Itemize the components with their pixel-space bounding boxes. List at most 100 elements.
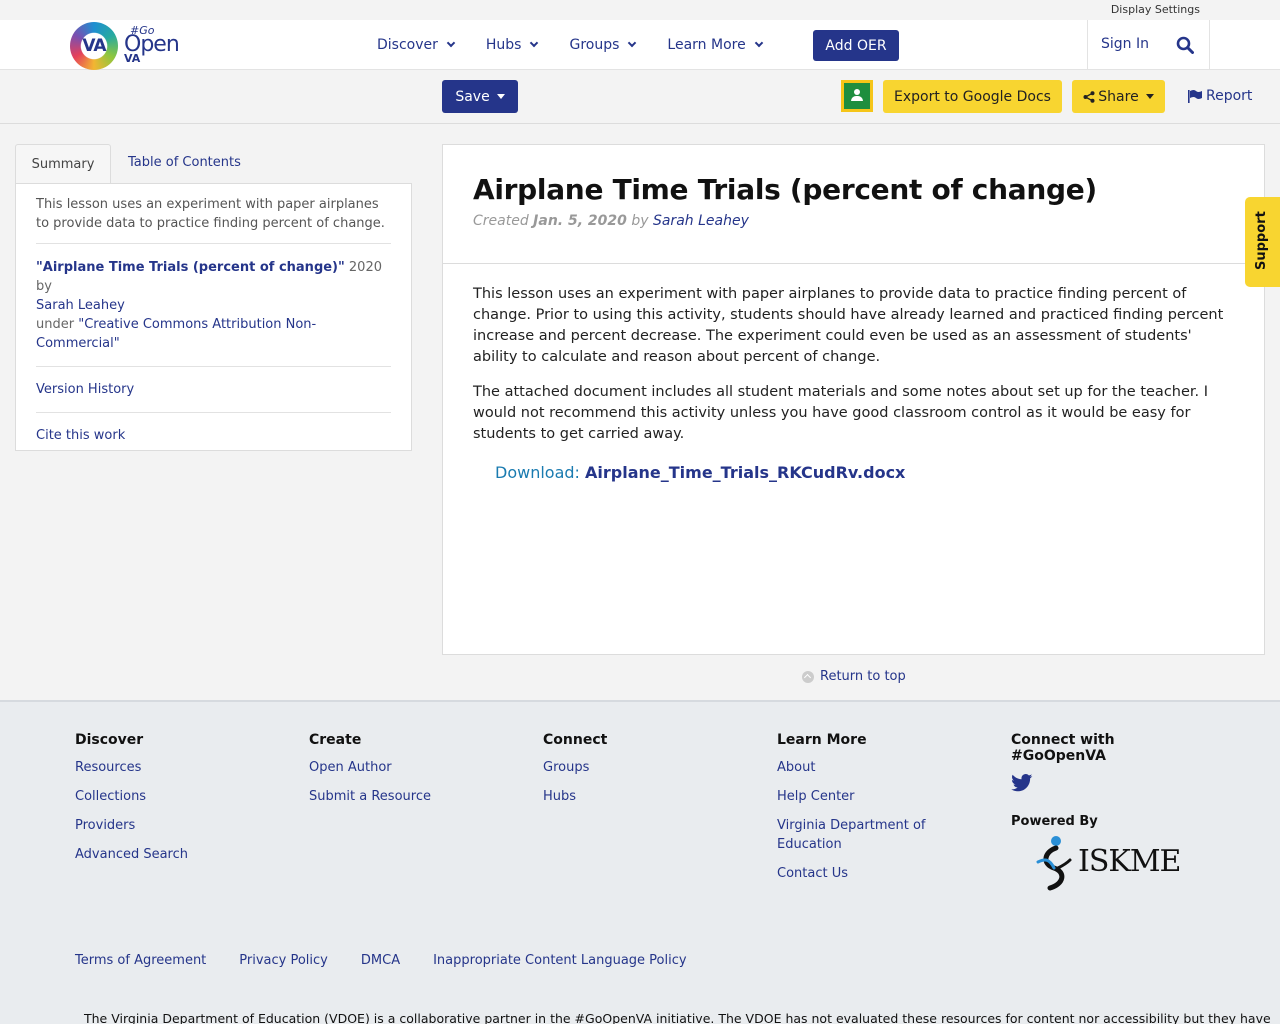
nav-discover-label: Discover: [377, 37, 438, 53]
footer-link-groups[interactable]: Groups: [543, 758, 607, 777]
body-paragraph: The attached document includes all stude…: [473, 384, 1209, 442]
cite-work-link[interactable]: Cite this work: [36, 413, 391, 459]
credit-license-link[interactable]: "Creative Commons Attribution Non-Commer…: [36, 317, 316, 351]
arrow-up-circle-icon: [802, 670, 814, 683]
chevron-down-icon: [754, 38, 763, 48]
privacy-link[interactable]: Privacy Policy: [239, 953, 328, 968]
credit-title-link[interactable]: "Airplane Time Trials (percent of change…: [36, 260, 345, 275]
resource-header: Airplane Time Trials (percent of change)…: [443, 145, 1264, 264]
content-policy-link[interactable]: Inappropriate Content Language Policy: [433, 953, 686, 968]
footer-link-collections[interactable]: Collections: [75, 787, 188, 806]
account-area: Sign In: [1087, 20, 1210, 70]
display-settings-link[interactable]: Display Settings: [1111, 3, 1200, 16]
terms-link[interactable]: Terms of Agreement: [75, 953, 206, 968]
footer-link-resources[interactable]: Resources: [75, 758, 188, 777]
footer-link-hubs[interactable]: Hubs: [543, 787, 607, 806]
twitter-icon[interactable]: [1011, 774, 1033, 792]
footer-link-about[interactable]: About: [777, 758, 957, 777]
chevron-down-icon: [530, 38, 539, 48]
tab-table-of-contents[interactable]: Table of Contents: [128, 155, 241, 170]
main-nav: Discover Hubs Groups Learn More: [377, 20, 794, 70]
footer-column-discover: Discover Resources Collections Providers…: [75, 732, 188, 874]
summary-panel: This lesson uses an experiment with pape…: [15, 183, 412, 451]
author-link[interactable]: Sarah Leahey: [653, 213, 749, 229]
site-header: VA #Go Open VA Discover Hubs Groups Lear…: [0, 20, 1280, 70]
footer-link-advanced-search[interactable]: Advanced Search: [75, 845, 188, 864]
credit-line: "Airplane Time Trials (percent of change…: [36, 258, 391, 367]
iskme-logo[interactable]: ISKME: [1026, 832, 1198, 892]
footer-column-connect: Connect Groups Hubs: [543, 732, 607, 816]
return-to-top-link[interactable]: Return to top: [802, 669, 906, 684]
download-file-link[interactable]: Airplane_Time_Trials_RKCudRv.docx: [585, 463, 905, 482]
save-label: Save: [455, 88, 490, 105]
return-to-top-label: Return to top: [820, 669, 906, 684]
footer-column-learn-more: Learn More About Help Center Virginia De…: [777, 732, 957, 893]
search-icon[interactable]: [1176, 36, 1194, 54]
flag-icon: [1188, 89, 1202, 103]
nav-hubs-label: Hubs: [485, 37, 522, 53]
resource-content: Airplane Time Trials (percent of change)…: [442, 144, 1265, 655]
report-link[interactable]: Report: [1188, 88, 1252, 104]
footer-link-vdoe[interactable]: Virginia Department of Education: [777, 816, 957, 854]
chevron-down-icon: [446, 38, 456, 48]
footer-link-open-author[interactable]: Open Author: [309, 758, 431, 777]
body-paragraph: This lesson uses an experiment with pape…: [473, 286, 1224, 365]
footer-heading: Connect with #GoOpenVA: [1011, 732, 1115, 764]
vdoe-disclaimer: The Virginia Department of Education (VD…: [84, 1011, 1271, 1024]
created-label: Created: [473, 213, 534, 229]
sidebar-tabs: Summary Table of Contents: [15, 144, 412, 184]
caret-down-icon: [1145, 94, 1154, 99]
nav-groups-label: Groups: [569, 37, 620, 53]
dmca-link[interactable]: DMCA: [361, 953, 400, 968]
footer-heading: Discover: [75, 732, 144, 748]
logo-va-small-text: VA: [124, 52, 141, 65]
footer-heading: Connect: [543, 732, 608, 748]
nav-learn-more-label: Learn More: [667, 37, 746, 53]
nav-hubs[interactable]: Hubs: [485, 37, 539, 53]
nav-learn-more[interactable]: Learn More: [667, 37, 763, 53]
tab-summary[interactable]: Summary: [15, 144, 111, 184]
footer-link-contact-us[interactable]: Contact Us: [777, 864, 957, 883]
support-label: Support: [1254, 211, 1269, 270]
chevron-down-icon: [628, 38, 637, 48]
goopenva-logo[interactable]: VA #Go Open VA: [70, 22, 180, 70]
download-label: Download:: [495, 463, 586, 482]
footer-link-submit-resource[interactable]: Submit a Resource: [309, 787, 431, 806]
download-line: Download: Airplane_Time_Trials_RKCudRv.d…: [495, 463, 905, 482]
footer-heading: Create: [309, 732, 362, 748]
footer-link-providers[interactable]: Providers: [75, 816, 188, 835]
share-icon: [1083, 90, 1095, 103]
share-button[interactable]: Share: [1072, 80, 1165, 113]
powered-by-label: Powered By: [1011, 814, 1098, 829]
export-google-docs-button[interactable]: Export to Google Docs: [883, 80, 1062, 113]
report-label: Report: [1206, 88, 1253, 104]
footer-column-create: Create Open Author Submit a Resource: [309, 732, 431, 816]
nav-discover[interactable]: Discover: [377, 37, 456, 53]
site-footer: Discover Resources Collections Providers…: [0, 700, 1280, 1024]
resource-body: This lesson uses an experiment with pape…: [473, 284, 1238, 459]
logo-va-text: VA: [82, 36, 106, 56]
page-title: Airplane Time Trials (percent of change): [473, 173, 1097, 206]
resource-meta: Created Jan. 5, 2020 by Sarah Leahey: [473, 213, 749, 229]
created-date: Jan. 5, 2020: [533, 213, 627, 229]
iskme-text: ISKME: [1078, 844, 1181, 879]
share-label: Share: [1098, 88, 1139, 105]
by-label: by: [626, 213, 653, 229]
support-tab[interactable]: Support: [1245, 197, 1280, 287]
credit-author-link[interactable]: Sarah Leahey: [36, 298, 125, 313]
add-oer-button[interactable]: Add OER: [813, 30, 899, 61]
sign-in-link[interactable]: Sign In: [1101, 36, 1149, 52]
credit-under: under: [36, 317, 79, 332]
google-classroom-button[interactable]: [841, 80, 873, 112]
legal-links: Terms of Agreement Privacy Policy DMCA I…: [75, 953, 720, 968]
footer-column-social: Connect with #GoOpenVA Powered By ISKME: [1011, 732, 1211, 902]
nav-groups[interactable]: Groups: [569, 37, 637, 53]
footer-link-help-center[interactable]: Help Center: [777, 787, 957, 806]
resource-toolbar: Save Export to Google Docs Share Report: [0, 71, 1280, 124]
version-history-link[interactable]: Version History: [36, 367, 391, 413]
iskme-figure-icon: [1036, 836, 1072, 891]
summary-text: This lesson uses an experiment with pape…: [36, 195, 391, 244]
top-strip: Display Settings: [0, 0, 1280, 20]
save-button[interactable]: Save: [442, 80, 518, 113]
footer-heading: Learn More: [777, 732, 867, 748]
